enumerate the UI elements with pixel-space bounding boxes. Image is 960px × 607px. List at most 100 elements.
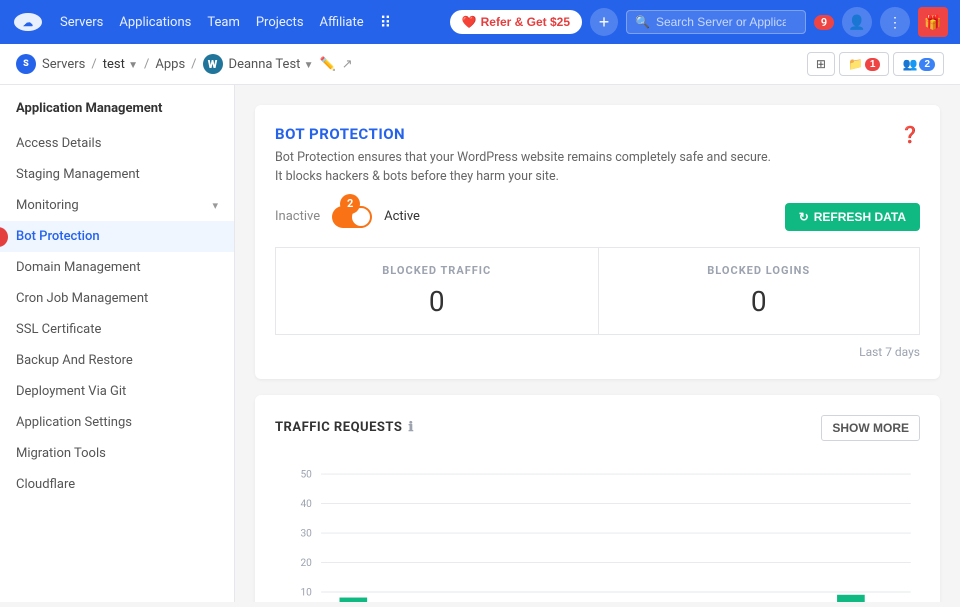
separator-2: / (144, 57, 149, 72)
show-more-button[interactable]: SHOW MORE (821, 415, 920, 441)
chevron-down-icon: ▾ (212, 199, 218, 212)
gift-button[interactable]: 🎁 (918, 7, 948, 37)
sidebar: Application Management Access Details St… (0, 85, 235, 602)
external-link-icon[interactable]: ↗ (342, 57, 353, 72)
blocked-traffic-cell: BLOCKED TRAFFIC 0 (275, 247, 598, 335)
sidebar-deployment-label: Deployment Via Git (16, 384, 126, 399)
stats-row: BLOCKED TRAFFIC 0 BLOCKED LOGINS 0 (275, 247, 920, 335)
traffic-chart-svg: 50 40 30 20 10 0 (275, 457, 920, 603)
sidebar-item-cloudflare[interactable]: Cloudflare (0, 469, 234, 500)
bot-protection-description: Bot Protection ensures that your WordPre… (275, 149, 775, 187)
users-count-badge: 2 (919, 58, 935, 71)
blocked-logins-value: 0 (623, 285, 896, 318)
nav-affiliate[interactable]: Affiliate (320, 15, 364, 30)
svg-text:50: 50 (300, 469, 312, 480)
bot-protection-title: BOT PROTECTION (275, 125, 775, 143)
server-name: test (103, 57, 125, 72)
nav-applications[interactable]: Applications (119, 15, 191, 30)
sidebar-cloudflare-label: Cloudflare (16, 477, 75, 492)
sidebar-monitoring-label: Monitoring (16, 198, 79, 213)
user-avatar-button[interactable]: 👤 (842, 7, 872, 37)
refresh-icon: ↻ (799, 210, 809, 224)
more-options-button[interactable]: ⋮ (880, 7, 910, 37)
sidebar-item-migration-tools[interactable]: Migration Tools (0, 438, 234, 469)
active-label: Active (384, 209, 420, 224)
traffic-requests-card: TRAFFIC REQUESTS ℹ SHOW MORE 50 40 (255, 395, 940, 603)
refresh-label: REFRESH DATA (814, 210, 906, 224)
refer-label: Refer & Get $25 (481, 15, 570, 29)
separator-3: / (191, 57, 196, 72)
blocked-traffic-value: 0 (300, 285, 574, 318)
chart-header: TRAFFIC REQUESTS ℹ SHOW MORE (275, 415, 920, 441)
server-dropdown-icon: ▼ (128, 60, 138, 71)
svg-text:10: 10 (300, 587, 312, 598)
app-name-select[interactable]: Deanna Test ▼ (229, 57, 314, 72)
bot-protection-card: BOT PROTECTION Bot Protection ensures th… (255, 105, 940, 379)
apps-section: / Apps (144, 57, 185, 72)
bar-03jun-allowed (837, 594, 865, 602)
search-box[interactable]: 🔍 (626, 10, 806, 34)
refresh-data-button[interactable]: ↻ REFRESH DATA (785, 203, 920, 231)
server-name-select[interactable]: test ▼ (103, 57, 138, 72)
chart-info-icon[interactable]: ℹ (408, 420, 413, 435)
sidebar-item-bot-protection[interactable]: 1 Bot Protection (0, 221, 234, 252)
blocked-logins-cell: BLOCKED LOGINS 0 (598, 247, 921, 335)
svg-text:40: 40 (300, 499, 312, 510)
last-days-label: Last 7 days (275, 341, 920, 359)
apps-label: Apps (155, 57, 185, 72)
search-icon: 🔍 (635, 15, 650, 29)
sidebar-item-ssl-certificate[interactable]: SSL Certificate (0, 314, 234, 345)
search-input[interactable] (656, 15, 786, 29)
nav-servers[interactable]: Servers (60, 15, 103, 30)
heart-icon: ❤️ (462, 15, 477, 29)
app-dropdown-icon: ▼ (304, 60, 314, 71)
sidebar-item-cron-job[interactable]: Cron Job Management (0, 283, 234, 314)
separator-1: / (91, 57, 96, 72)
sidebar-backup-label: Backup And Restore (16, 353, 133, 368)
notification-badge[interactable]: 9 (814, 15, 834, 30)
sidebar-migration-label: Migration Tools (16, 446, 106, 461)
table-view-button[interactable]: ⊞ (807, 52, 835, 76)
sidebar-access-details-label: Access Details (16, 136, 101, 151)
bot-protection-header: BOT PROTECTION Bot Protection ensures th… (275, 125, 920, 187)
wordpress-logo: W (203, 54, 223, 74)
sidebar-item-deployment-git[interactable]: Deployment Via Git (0, 376, 234, 407)
sidebar-cron-label: Cron Job Management (16, 291, 148, 306)
toggle-row: Inactive 2 Active ↻ REFRESH DATA (275, 203, 920, 231)
edit-icon[interactable]: ✏️ (320, 57, 336, 72)
app-name-section: / W Deanna Test ▼ ✏️ ↗ (191, 54, 353, 74)
svg-text:30: 30 (300, 528, 312, 539)
users-button[interactable]: 👥 2 (893, 52, 944, 76)
refer-button[interactable]: ❤️ Refer & Get $25 (450, 10, 582, 34)
folder-button[interactable]: 📁 1 (839, 52, 890, 76)
nav-right-actions: ❤️ Refer & Get $25 + 🔍 9 👤 ⋮ 🎁 (450, 7, 948, 37)
annotation-badge-1: 1 (0, 227, 8, 247)
breadcrumb-right-icons: ⊞ 📁 1 👥 2 (807, 52, 944, 76)
folder-count-badge: 1 (865, 58, 881, 71)
server-name-section: / test ▼ (91, 57, 138, 72)
bot-protection-info: BOT PROTECTION Bot Protection ensures th… (275, 125, 775, 187)
nav-projects[interactable]: Projects (256, 15, 304, 30)
help-icon[interactable]: ❓ (900, 125, 920, 144)
sidebar-item-backup-restore[interactable]: Backup And Restore (0, 345, 234, 376)
servers-breadcrumb[interactable]: S Servers (16, 54, 85, 74)
breadcrumb-left: S Servers / test ▼ / Apps / W Deanna Tes… (16, 54, 353, 74)
sidebar-item-domain-management[interactable]: Domain Management (0, 252, 234, 283)
table-icon: ⊞ (816, 57, 826, 71)
sidebar-item-app-settings[interactable]: Application Settings (0, 407, 234, 438)
breadcrumb-bar: S Servers / test ▼ / Apps / W Deanna Tes… (0, 44, 960, 85)
sidebar-item-access-details[interactable]: Access Details (0, 128, 234, 159)
sidebar-item-staging-management[interactable]: Staging Management (0, 159, 234, 190)
blocked-logins-label: BLOCKED LOGINS (623, 264, 896, 277)
sidebar-staging-label: Staging Management (16, 167, 140, 182)
sidebar-bot-protection-label: Bot Protection (16, 229, 100, 244)
sidebar-item-monitoring[interactable]: Monitoring ▾ (0, 190, 234, 221)
nav-team[interactable]: Team (207, 15, 240, 30)
add-button[interactable]: + (590, 8, 618, 36)
grid-icon[interactable]: ⠿ (380, 13, 392, 32)
nav-links: Servers Applications Team Projects Affil… (60, 13, 442, 32)
protection-toggle[interactable]: 2 (332, 206, 372, 228)
app-logo[interactable]: ☁ (12, 12, 44, 32)
folder-icon: 📁 (848, 57, 863, 71)
chart-title: TRAFFIC REQUESTS ℹ (275, 420, 414, 435)
